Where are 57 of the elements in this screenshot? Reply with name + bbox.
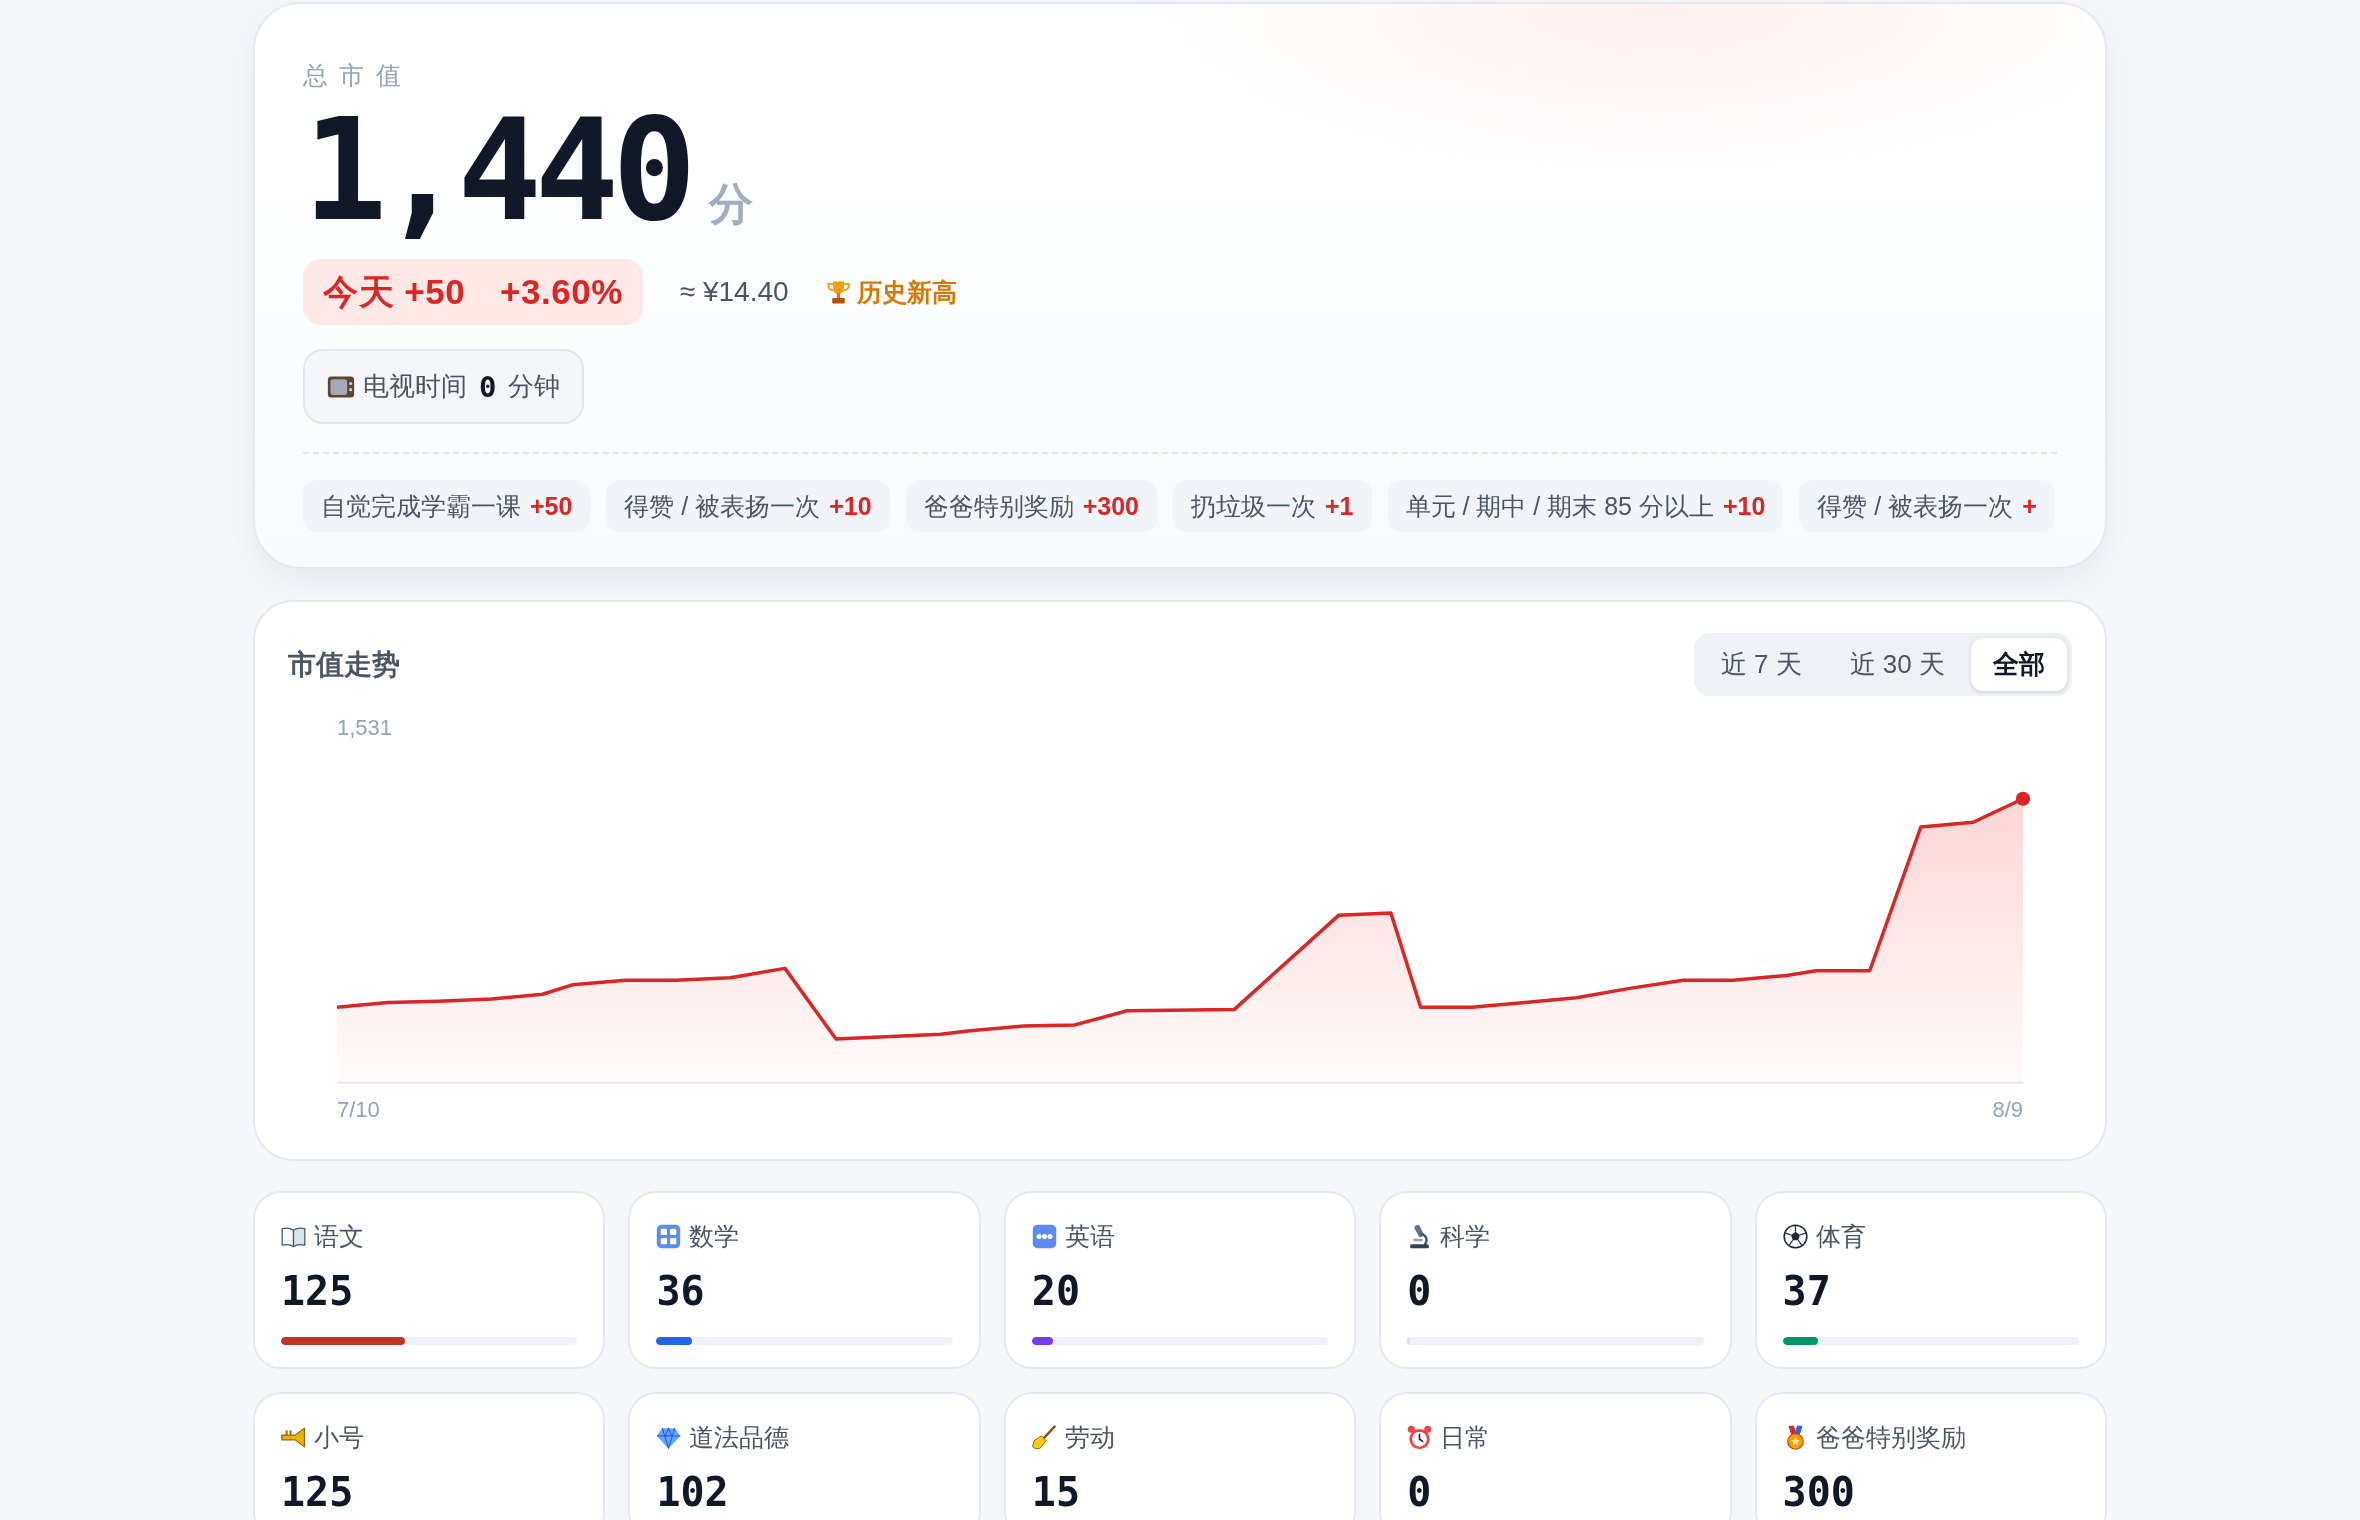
soccer-ball-icon xyxy=(1782,1223,1808,1249)
reward-points: +10 xyxy=(829,491,872,521)
reward-label: 单元 / 期中 / 期末 85 分以上 xyxy=(1405,490,1714,522)
alarm-clock-icon xyxy=(1407,1424,1433,1450)
range-tab[interactable]: 近 30 天 xyxy=(1827,638,1967,691)
reward-label: 得赞 / 被表扬一次 xyxy=(1817,490,2014,522)
chart-title: 市值走势 xyxy=(288,647,400,682)
reward-points: +50 xyxy=(530,491,573,521)
percent-change: +3.60% xyxy=(500,272,623,312)
subject-score: 125 xyxy=(281,1468,354,1516)
subject-name: 数学 xyxy=(689,1221,740,1252)
subject-score: 0 xyxy=(1407,1267,1432,1315)
cash-value: ≈ ¥14.40 xyxy=(679,276,789,308)
grid-tile-icon xyxy=(656,1223,682,1249)
y-axis-label: 1,531 xyxy=(337,715,393,741)
dots-tile-icon xyxy=(1031,1223,1057,1249)
reward-label: 得赞 / 被表扬一次 xyxy=(624,490,821,522)
broom-icon xyxy=(1031,1424,1057,1450)
subject-score: 20 xyxy=(1031,1267,1080,1315)
range-tab[interactable]: 近 7 天 xyxy=(1698,638,1824,691)
subject-score: 37 xyxy=(1782,1267,1831,1315)
total-value-label: 总市值 xyxy=(303,60,412,91)
subject-score: 0 xyxy=(1407,1468,1432,1516)
reward-label: 扔垃圾一次 xyxy=(1191,490,1316,522)
trumpet-icon xyxy=(281,1424,306,1450)
tv-time-value: 0 xyxy=(479,369,497,404)
reward-points: +1 xyxy=(1325,491,1354,521)
total-value: 1,440 xyxy=(303,101,690,241)
subject-name: 道法品德 xyxy=(689,1422,790,1453)
subject-score: 36 xyxy=(656,1267,705,1315)
range-tab[interactable]: 全部 xyxy=(1971,638,2067,691)
today-change: 今天 +50 xyxy=(323,270,466,313)
reward-label: 自觉完成学霸一课 xyxy=(321,490,521,522)
subject-name: 小号 xyxy=(314,1422,364,1453)
reward-points: +10 xyxy=(1722,491,1766,521)
trophy-icon xyxy=(825,279,851,305)
x-axis-label: 8/9 xyxy=(1992,1097,2023,1123)
subject-name: 劳动 xyxy=(1064,1422,1115,1453)
tv-time-label: 电视时间 xyxy=(363,370,467,403)
record-badge-text: 历史新高 xyxy=(856,276,957,308)
subject-score: 15 xyxy=(1031,1468,1080,1516)
subject-name: 科学 xyxy=(1440,1221,1491,1252)
reward-label: 爸爸特别奖励 xyxy=(923,490,1074,522)
subject-score: 300 xyxy=(1782,1468,1855,1516)
subject-name: 日常 xyxy=(1440,1422,1491,1453)
reward-points: +300 xyxy=(1082,491,1139,521)
tv-time-unit: 分钟 xyxy=(508,370,561,403)
reward-points: + xyxy=(2022,491,2037,521)
unit-label: 分 xyxy=(709,178,754,230)
subject-name: 体育 xyxy=(1815,1221,1866,1252)
subject-name: 语文 xyxy=(314,1221,364,1252)
x-axis-label: 7/10 xyxy=(337,1097,380,1123)
subject-name: 爸爸特别奖励 xyxy=(1815,1422,1966,1453)
subject-name: 英语 xyxy=(1064,1221,1115,1252)
subject-score: 102 xyxy=(656,1468,729,1516)
end-point-marker xyxy=(2015,791,2031,806)
subject-score: 125 xyxy=(281,1267,354,1315)
